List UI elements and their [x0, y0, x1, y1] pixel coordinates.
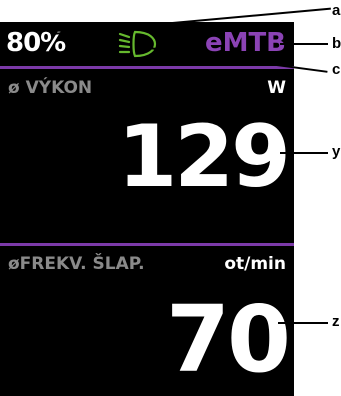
power-value: 129	[117, 107, 291, 207]
display-screen: 80% eMTB ø VÝKON W 129 øFREKV. ŠLAP. ot/…	[0, 22, 294, 396]
cadence-value: 70	[165, 286, 291, 393]
cadence-title: øFREKV. ŠLAP.	[8, 254, 145, 274]
power-title: ø VÝKON	[8, 78, 93, 98]
callout-label-z: z	[332, 313, 340, 330]
callout-label-a: a	[332, 2, 341, 19]
power-unit: W	[267, 78, 286, 98]
callout-line-b	[280, 43, 328, 45]
cadence-unit: ot/min	[224, 254, 286, 274]
callout-label-b: b	[332, 35, 341, 52]
panel-divider	[0, 243, 294, 246]
callout-line-y	[280, 152, 328, 154]
riding-mode: eMTB	[204, 28, 286, 58]
headlight-icon	[118, 30, 157, 58]
callout-label-y: y	[332, 143, 341, 160]
callout-label-c: c	[332, 61, 341, 78]
callout-line-z	[278, 322, 328, 324]
status-divider	[0, 66, 294, 69]
